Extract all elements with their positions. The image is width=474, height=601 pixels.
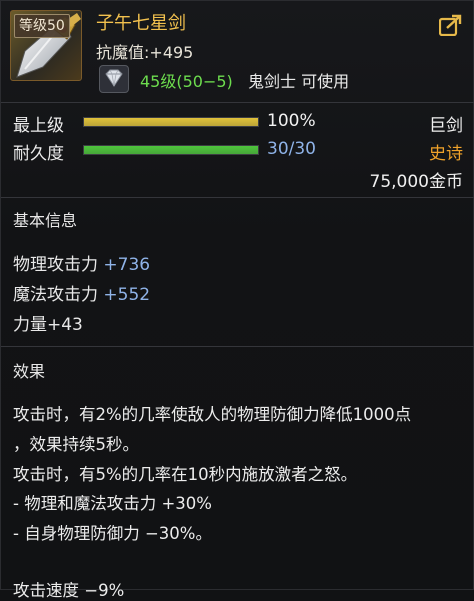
divider (1, 197, 474, 198)
price: 75,000金币 (369, 172, 463, 192)
upgrade-value: 100% (267, 111, 316, 131)
upgrade-bar-fill (84, 118, 258, 126)
upgrade-bar (83, 117, 259, 127)
upgrade-label: 最上级 (13, 116, 64, 136)
item-icon-frame: 等级50 (10, 10, 82, 81)
stat-value: +736 (103, 255, 151, 275)
stat-physical-attack: 物理攻击力 +736 (13, 250, 150, 275)
item-name: 子午七星剑 (96, 13, 186, 34)
resist-value: +495 (149, 43, 194, 62)
stat-strength: 力量+43 (13, 310, 83, 335)
stat-name: 魔法攻击力 (13, 285, 98, 305)
durability-label: 耐久度 (13, 144, 64, 164)
effect-line: 攻击速度 −9% (13, 581, 125, 600)
stat-name: 力量 (13, 315, 47, 335)
requirement-class: 鬼剑士 可使用 (248, 72, 350, 91)
stat-magic-attack: 魔法攻击力 +552 (13, 280, 150, 305)
divider (1, 102, 474, 103)
stat-value: +552 (103, 285, 151, 305)
durability-value: 30/30 (267, 139, 316, 159)
stat-name: 物理攻击力 (13, 255, 98, 275)
item-level-badge: 等级50 (14, 14, 70, 38)
durability-bar-fill (84, 146, 258, 154)
weapon-type: 巨剑 (429, 116, 463, 136)
effect-line: - 物理和魔法攻击力 +30% (13, 494, 212, 513)
effect-line: ，效果持续5秒。 (13, 435, 139, 454)
effect-line: 攻击时，有2%的几率使敌人的物理防御力降低1000点 (13, 405, 412, 424)
divider (1, 346, 474, 347)
stat-value: +43 (47, 315, 83, 335)
effect-line: - 自身物理防御力 −30%。 (13, 524, 212, 543)
diamond-icon (99, 65, 129, 93)
effects-title: 效果 (13, 362, 46, 381)
resist-stat: 抗魔值:+495 (96, 39, 193, 63)
rarity: 史诗 (429, 144, 463, 164)
basic-info-title: 基本信息 (13, 211, 78, 230)
resist-label: 抗魔值: (96, 43, 150, 62)
share-icon[interactable] (439, 14, 463, 36)
effect-line: 攻击时，有5%的几率在10秒内施放激者之怒。 (13, 465, 358, 484)
item-tooltip: 等级50 子午七星剑 抗魔值:+495 45级(50−5) 鬼剑士 可使用 最上… (0, 0, 474, 600)
requirement-level: 45级(50−5) (140, 72, 233, 91)
durability-bar (83, 145, 259, 155)
